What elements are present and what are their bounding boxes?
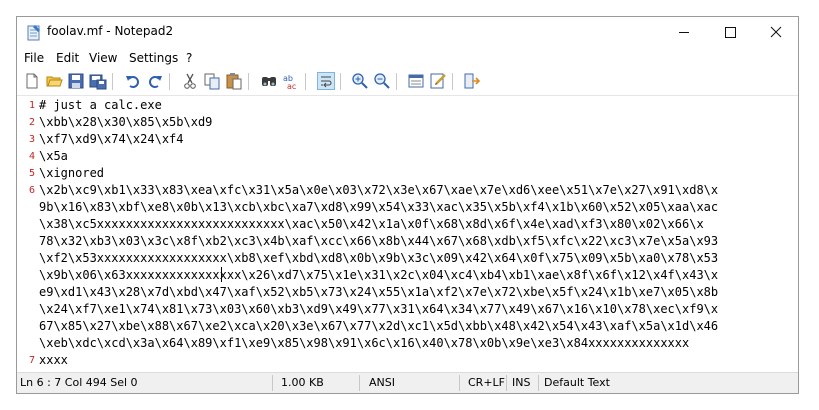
notepad-app-icon [27, 25, 41, 41]
text-line[interactable]: xxxx [39, 352, 68, 369]
redo-icon[interactable] [146, 72, 164, 90]
maximize-icon [725, 27, 736, 38]
line-number-gutter: 1 2 3 4 5 6 7 [17, 96, 36, 372]
window-title: foolav.mf - Notepad2 [47, 24, 174, 38]
line-number: 7 [28, 355, 35, 366]
view-icon[interactable] [407, 72, 425, 90]
open-file-icon[interactable] [45, 72, 63, 90]
toolbar: ab ac [17, 68, 798, 96]
toolbar-separator [305, 73, 306, 90]
word-wrap-icon[interactable] [317, 72, 335, 90]
text-line[interactable]: \xignored [39, 165, 104, 182]
toolbar-separator [396, 73, 397, 90]
text-line[interactable]: \x38\xc5xxxxxxxxxxxxxxxxxxxxxxxxxx\xac\x… [39, 216, 704, 233]
status-separator [459, 375, 460, 391]
text-line[interactable]: \x2b\xc9\xb1\x33\x83\xea\xfc\x31\x5a\x0e… [39, 182, 718, 199]
text-line[interactable]: 9b\x16\x83\xbf\xe8\x0b\x13\xcb\xbc\xa7\x… [39, 199, 718, 216]
title-bar: foolav.mf - Notepad2 [17, 17, 798, 48]
line-number: 3 [28, 134, 35, 145]
undo-icon[interactable] [124, 72, 142, 90]
toolbar-separator [169, 73, 170, 90]
status-separator [272, 375, 273, 391]
save-icon[interactable] [67, 72, 85, 90]
status-bar: Ln 6 : 7 Col 494 Sel 0 1.00 KB ANSI CR+L… [17, 372, 798, 393]
status-scheme[interactable]: Default Text [544, 376, 610, 389]
menu-view[interactable]: View [89, 51, 117, 65]
text-line[interactable]: \xf7\xd9\x74\x24\xf4 [39, 131, 184, 148]
text-caret [221, 267, 222, 282]
line-number: 2 [28, 117, 35, 128]
status-separator [359, 375, 360, 391]
status-position: Ln 6 : 7 Col 494 Sel 0 [20, 376, 138, 389]
zoom-in-icon[interactable] [351, 72, 369, 90]
text-line[interactable]: \x5a [39, 148, 68, 165]
text-line[interactable]: \xeb\xdc\xcd\x3a\x64\x89\xf1\xe9\x85\x98… [39, 335, 689, 352]
minimize-icon [679, 32, 689, 33]
status-encoding[interactable]: ANSI [369, 376, 395, 389]
text-line[interactable]: \xf2\x53xxxxxxxxxxxxxxxxxx\xb8\xef\xbd\x… [39, 250, 718, 267]
replace-icon[interactable]: ab ac [282, 72, 300, 90]
settings-icon[interactable] [429, 72, 447, 90]
paste-icon[interactable] [225, 72, 243, 90]
save-as-icon[interactable] [89, 72, 107, 90]
menu-file[interactable]: File [24, 51, 44, 65]
svg-text:ac: ac [287, 82, 296, 90]
status-file-size: 1.00 KB [281, 376, 324, 389]
text-line[interactable]: \x24\xf7\xe1\x74\x81\x73\x03\x60\xb3\xd9… [39, 301, 718, 318]
menu-settings[interactable]: Settings [129, 51, 178, 65]
line-number: 4 [28, 151, 35, 162]
toolbar-separator [248, 73, 249, 90]
line-number: 5 [28, 168, 35, 179]
text-line[interactable]: \xbb\x28\x30\x85\x5b\xd9 [39, 114, 212, 131]
toolbar-separator [112, 73, 113, 90]
status-separator [538, 375, 539, 391]
status-insert-mode[interactable]: INS [512, 376, 530, 389]
toolbar-separator [452, 73, 453, 90]
maximize-button[interactable] [707, 17, 753, 48]
line-number: 1 [28, 100, 35, 111]
line-number: 6 [28, 185, 35, 196]
close-icon [770, 26, 782, 38]
find-icon[interactable] [260, 72, 278, 90]
menu-bar: File Edit View Settings ? [17, 48, 798, 68]
text-line[interactable]: \x9b\x06\x63xxxxxxxxxxxxxxxx\x26\xd7\x75… [39, 267, 718, 284]
exit-icon[interactable] [463, 72, 481, 90]
zoom-out-icon[interactable] [373, 72, 391, 90]
menu-edit[interactable]: Edit [56, 51, 79, 65]
text-line[interactable]: # just a calc.exe [39, 97, 162, 114]
new-file-icon[interactable] [23, 72, 41, 90]
text-line[interactable]: 78\x32\xb3\x03\x3c\x8f\xb2\xc3\x4b\xaf\x… [39, 233, 718, 250]
editor-area[interactable]: 1 2 3 4 5 6 7 # just a calc.exe \xbb\x28\x30\x8… [17, 96, 798, 372]
text-line[interactable]: 67\x85\x27\xbe\x88\x67\xe2\xca\x20\x3e\x… [39, 318, 718, 335]
close-button[interactable] [753, 17, 798, 48]
text-line[interactable]: e9\xd1\x43\x28\x7d\xbd\x47\xaf\x52\xb5\x… [39, 284, 718, 301]
minimize-button[interactable] [661, 17, 707, 48]
status-separator [506, 375, 507, 391]
status-line-ending[interactable]: CR+LF [468, 376, 505, 389]
cut-icon[interactable] [181, 72, 199, 90]
menu-help[interactable]: ? [186, 51, 192, 65]
notepad2-window: foolav.mf - Notepad2 File Edit View Sett… [16, 16, 799, 394]
toolbar-separator [340, 73, 341, 90]
copy-icon[interactable] [203, 72, 221, 90]
